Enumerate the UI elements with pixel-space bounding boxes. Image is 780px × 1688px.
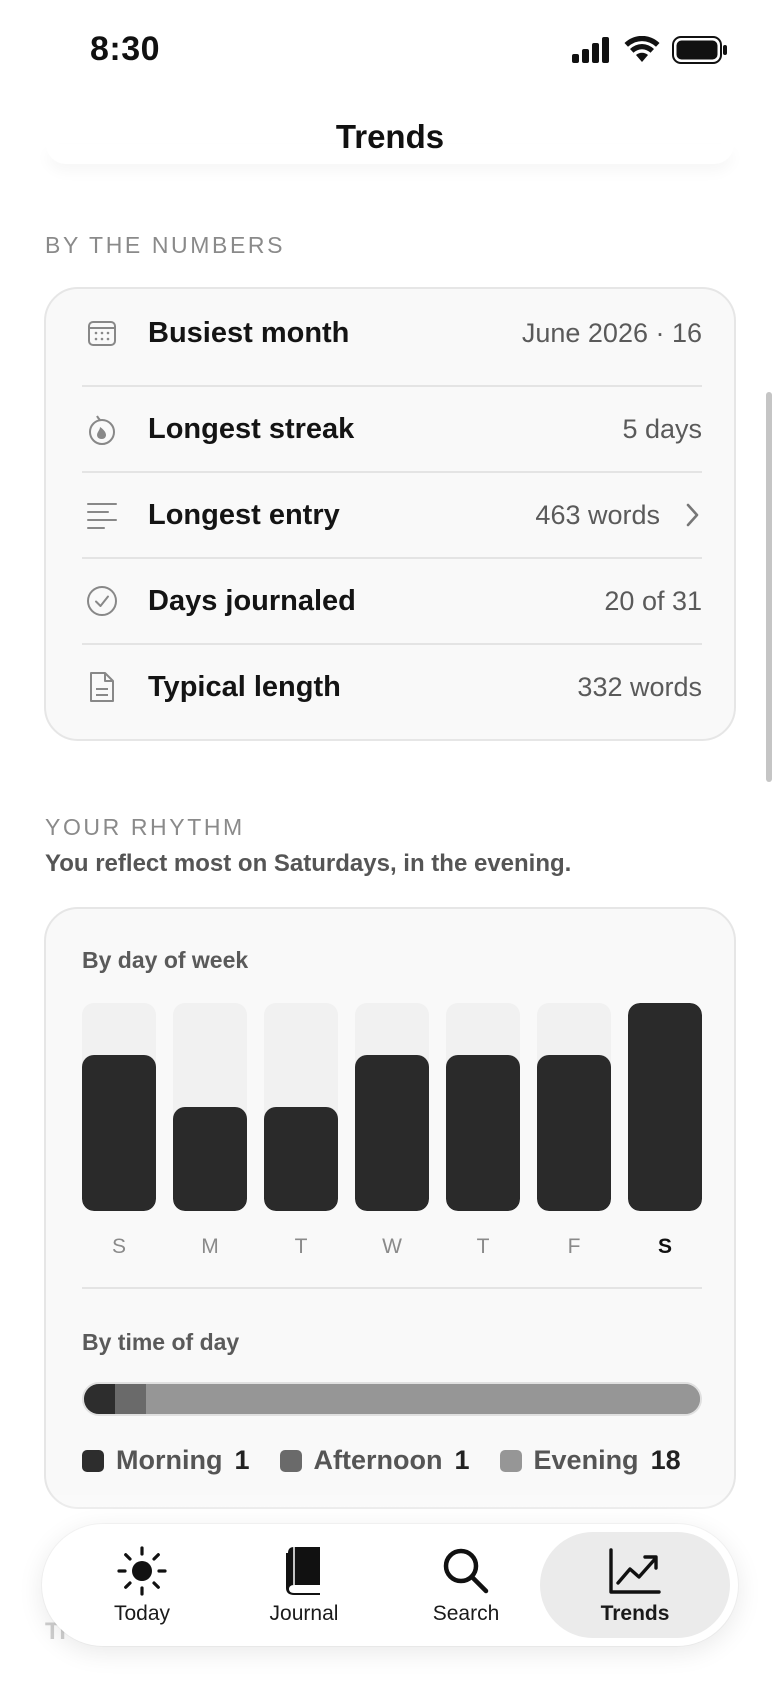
bar-track (82, 1003, 156, 1211)
tab-today[interactable]: Today (60, 1532, 224, 1638)
legend-item-afternoon: Afternoon 1 (279, 1445, 470, 1476)
bar-2 (264, 1107, 338, 1211)
day-label: S (657, 1235, 672, 1258)
segment-morning (84, 1384, 115, 1414)
stats-card: Busiest month June 2026 · 16 Longest str… (44, 287, 736, 741)
tab-trends[interactable]: Trends (540, 1532, 730, 1638)
status-bar: 8:30 (0, 0, 780, 100)
sun-icon (116, 1542, 168, 1600)
status-icons (572, 36, 728, 64)
stat-value: June 2026 · 16 (521, 317, 702, 348)
book-icon (282, 1542, 326, 1600)
tab-label: Journal (269, 1602, 339, 1625)
bar-track (628, 1003, 702, 1211)
legend-swatch (499, 1449, 522, 1472)
day-label: S (111, 1235, 126, 1258)
day-label: T (476, 1235, 490, 1258)
legend-name: Morning (116, 1445, 223, 1475)
bar-track (537, 1003, 611, 1211)
legend-item-morning: Morning 1 (82, 1445, 250, 1476)
day-label: T (294, 1235, 308, 1258)
section-header-numbers: BY THE NUMBERS (45, 232, 286, 258)
stat-row-typical-length: Typical length 332 words (82, 644, 702, 730)
flame-icon (82, 409, 122, 449)
scrollbar[interactable] (766, 392, 772, 782)
tab-label: Search (432, 1602, 500, 1625)
bar-track (446, 1003, 520, 1211)
stat-row-longest-entry[interactable]: Longest entry 463 words (82, 472, 702, 558)
stat-row-longest-streak: Longest streak 5 days (82, 386, 702, 472)
tab-label: Trends (600, 1602, 670, 1625)
stat-row-days-journaled: Days journaled 20 of 31 (82, 558, 702, 644)
stat-value: 20 of 31 (604, 585, 702, 616)
stat-row-busiest-month: Busiest month June 2026 · 16 (82, 290, 702, 376)
legend-swatch (279, 1449, 302, 1472)
legend-swatch (82, 1449, 104, 1472)
bar-5 (537, 1055, 611, 1211)
battery-icon (672, 36, 727, 64)
stat-value: 463 words (535, 499, 660, 530)
calendar-icon (82, 313, 122, 353)
legend-count: 18 (650, 1445, 681, 1475)
divider (82, 1287, 702, 1289)
segment-afternoon (114, 1384, 146, 1414)
bar-track (355, 1003, 429, 1211)
check-circle-icon (82, 581, 122, 621)
bar-track (264, 1003, 338, 1211)
bar-track (173, 1003, 247, 1211)
bar-4 (446, 1055, 520, 1211)
cellular-signal-icon (572, 37, 609, 63)
time-of-day-bar (82, 1382, 702, 1416)
stat-label: Days journaled (148, 584, 356, 617)
stat-label: Typical length (148, 670, 341, 703)
time-of-day-legend: Morning 1 Afternoon 1 Evening 18 (82, 1445, 711, 1476)
trend-chart-icon (608, 1542, 662, 1600)
chevron-right-icon (682, 501, 702, 529)
section-header-rhythm: YOUR RHYTHM (45, 814, 245, 840)
day-label: F (567, 1235, 581, 1258)
chart-label-day-of-week: By day of week (82, 947, 249, 973)
tab-search[interactable]: Search (384, 1532, 548, 1638)
rhythm-summary: You reflect most on Saturdays, in the ev… (45, 850, 572, 877)
status-time: 8:30 (90, 30, 161, 68)
document-icon (82, 667, 122, 707)
day-label: M (201, 1235, 219, 1258)
search-icon (441, 1542, 491, 1600)
legend-count: 1 (454, 1445, 470, 1475)
bar-0 (82, 1055, 156, 1211)
stat-value: 5 days (622, 413, 702, 444)
legend-name: Afternoon (313, 1445, 443, 1475)
tab-journal[interactable]: Journal (222, 1532, 386, 1638)
day-label: W (382, 1235, 402, 1258)
stat-label: Busiest month (148, 316, 350, 349)
bar-3 (355, 1055, 429, 1211)
stat-label: Longest entry (148, 498, 340, 531)
legend-count: 1 (234, 1445, 250, 1475)
tab-label: Today (113, 1602, 171, 1625)
rhythm-card: By day of week S M T W T F S By time of day Mo… (44, 907, 736, 1509)
bar-6 (628, 1003, 702, 1211)
legend-name: Evening (533, 1445, 639, 1475)
wifi-icon (624, 36, 660, 62)
tab-bar: Today Journal Search Trends (42, 1524, 738, 1646)
segment-evening (145, 1384, 700, 1414)
text-lines-icon (82, 495, 122, 535)
legend-item-evening: Evening 18 (499, 1445, 681, 1476)
chart-label-time-of-day: By time of day (82, 1329, 240, 1355)
bar-1 (173, 1107, 247, 1211)
stat-value: 332 words (577, 671, 702, 702)
page-title: Trends (335, 118, 445, 155)
stat-label: Longest streak (148, 412, 355, 445)
